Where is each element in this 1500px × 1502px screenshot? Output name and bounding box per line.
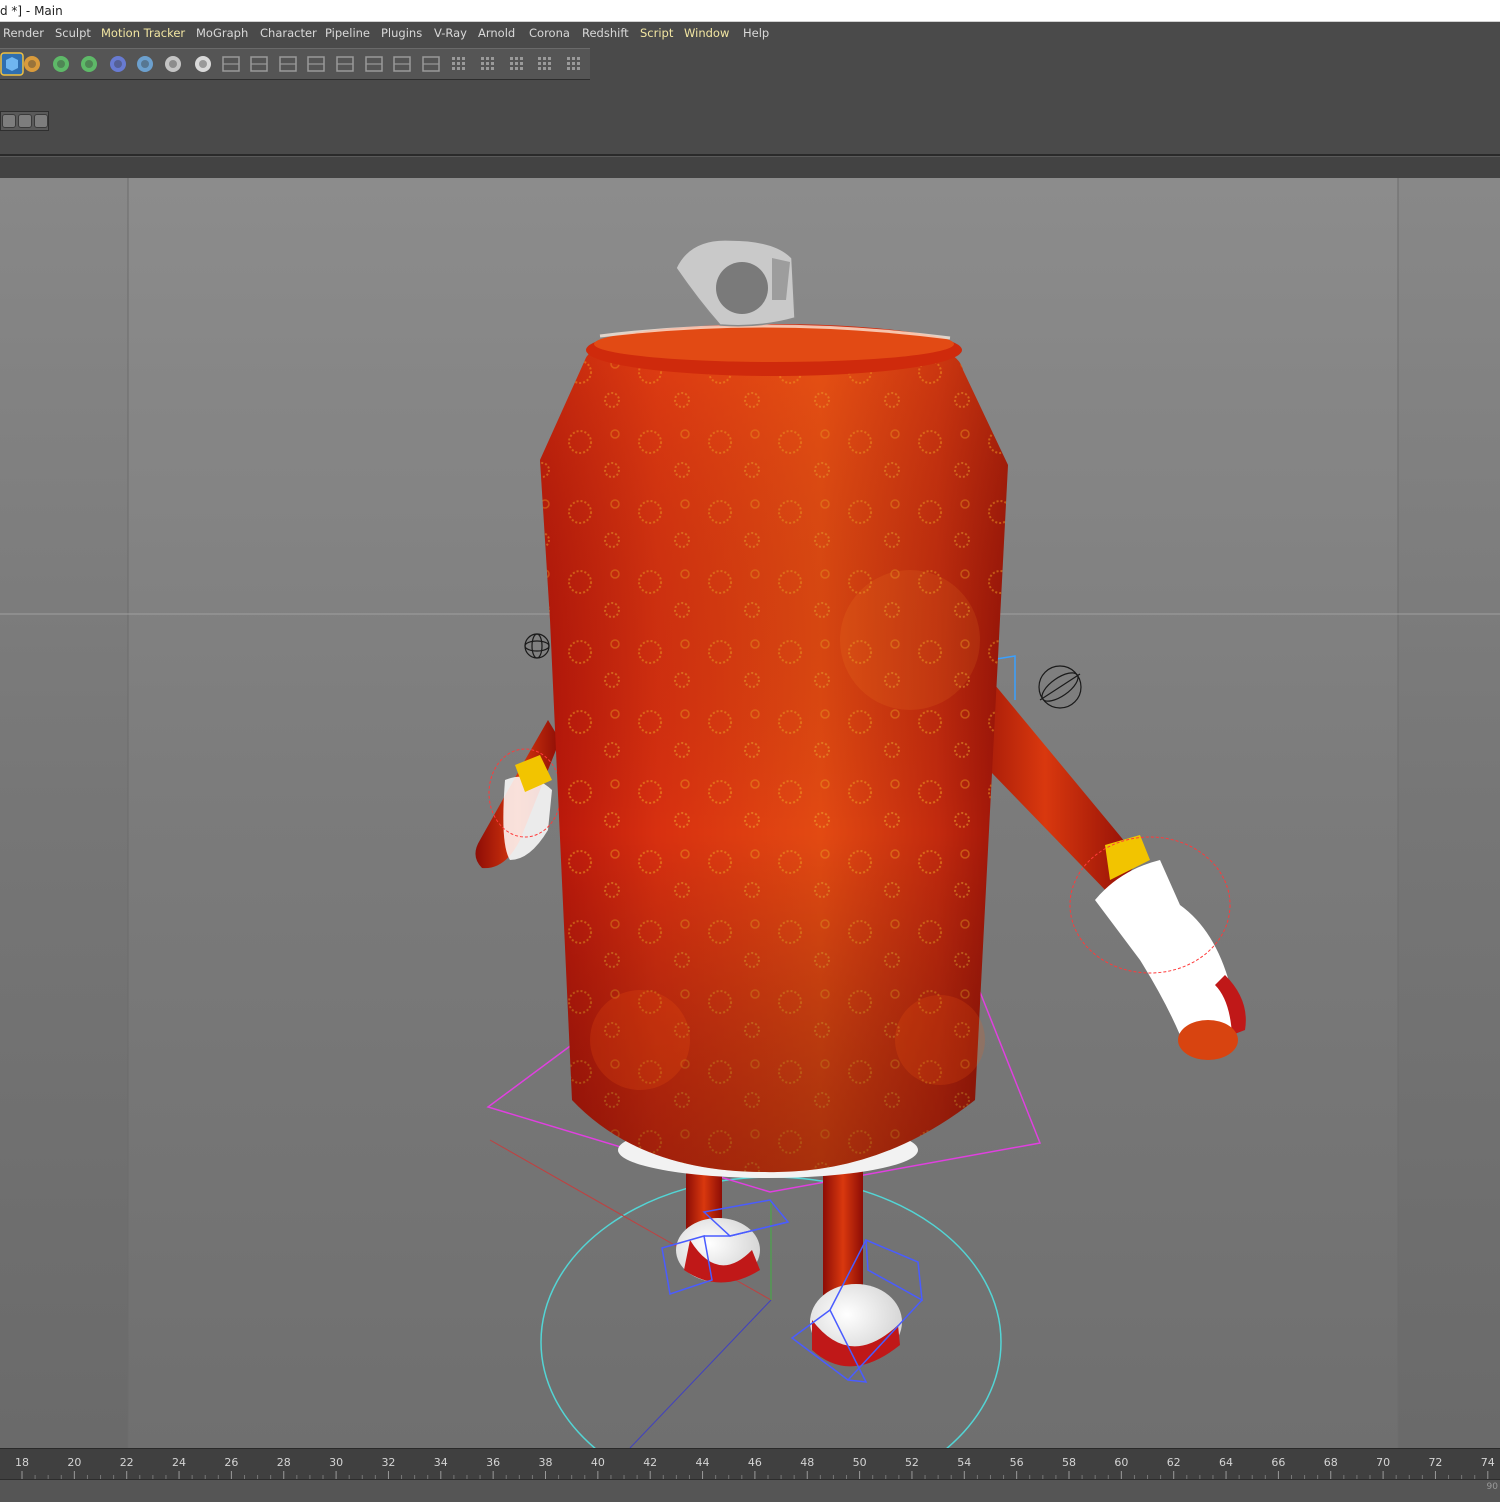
viewport-3d[interactable]	[0, 178, 1500, 1448]
menu-plugins[interactable]: Plugins	[381, 22, 422, 45]
uv-mode-icon[interactable]	[34, 114, 48, 128]
menu-script[interactable]: Script	[640, 22, 673, 45]
floor-environment-icon[interactable]	[133, 52, 157, 76]
viewport-header	[0, 157, 1500, 179]
menu-corona[interactable]: Corona	[529, 22, 570, 45]
title-bar: d *] - Main	[0, 0, 1500, 22]
axis-workplane-icon[interactable]	[476, 52, 500, 76]
points-mode-icon[interactable]	[505, 52, 529, 76]
menu-arnold[interactable]: Arnold	[478, 22, 515, 45]
edges-mode-icon[interactable]	[533, 52, 557, 76]
timeline-tick-label: 20	[67, 1456, 82, 1469]
viewport-scene[interactable]	[0, 178, 1500, 1448]
end-frame-label: 90	[1486, 1482, 1498, 1492]
timeline-tick-label: 58	[1062, 1456, 1076, 1469]
timeline-tick-label: 34	[433, 1456, 448, 1469]
menu-render[interactable]: Render	[3, 22, 44, 45]
deformer-icon[interactable]	[106, 52, 130, 76]
timeline-tick-label: 70	[1376, 1456, 1391, 1469]
timeline-tick-label: 46	[747, 1456, 762, 1469]
timeline-tick-label: 32	[381, 1456, 396, 1469]
menu-help[interactable]: Help	[743, 22, 769, 45]
mirror-tool-icon[interactable]	[247, 52, 271, 76]
timeline-tick-label: 26	[224, 1456, 239, 1469]
cloner-icon[interactable]	[77, 52, 101, 76]
timeline-tick-label: 38	[538, 1456, 553, 1469]
menu-v-ray[interactable]: V-Ray	[434, 22, 467, 45]
timeline-tick-label: 18	[15, 1456, 29, 1469]
timeline-tick-label: 64	[1219, 1456, 1234, 1469]
menu-character[interactable]: Character	[260, 22, 317, 45]
extrude-tool-icon[interactable]	[390, 52, 414, 76]
timeline-tick-label: 68	[1323, 1456, 1338, 1469]
timeline-tick-label: 48	[800, 1456, 815, 1469]
menu-window[interactable]: Window	[684, 22, 729, 45]
timeline-tick-label: 60	[1114, 1456, 1129, 1469]
menu-pipeline[interactable]: Pipeline	[325, 22, 370, 45]
light-icon[interactable]	[191, 52, 215, 76]
texture-mode-icon[interactable]	[18, 114, 32, 128]
camera-icon[interactable]	[161, 52, 185, 76]
pen-spline-icon[interactable]	[20, 52, 44, 76]
timeline-tick-label: 40	[590, 1456, 605, 1469]
snap-grid-icon[interactable]	[447, 52, 471, 76]
timeline-tick-label: 22	[119, 1456, 134, 1469]
toolbar	[0, 45, 1500, 157]
polygons-mode-icon[interactable]	[562, 52, 586, 76]
timeline-tick-label: 42	[643, 1456, 658, 1469]
menu-redshift[interactable]: Redshift	[582, 22, 629, 45]
bevel-tool-icon[interactable]	[304, 52, 328, 76]
subdivision-generator-icon[interactable]	[49, 52, 73, 76]
timeline-tick-label: 66	[1271, 1456, 1286, 1469]
timeline-tick-label: 62	[1166, 1456, 1181, 1469]
tool-strip	[0, 48, 590, 80]
inner-extrude-icon[interactable]	[419, 52, 443, 76]
timeline-tick-label: 44	[695, 1456, 710, 1469]
window-title: d *] - Main	[0, 4, 63, 18]
menu-sculpt[interactable]: Sculpt	[55, 22, 91, 45]
timeline-tick-label: 30	[329, 1456, 344, 1469]
mode-strip	[0, 111, 49, 131]
polygon-tool-icon[interactable]	[276, 52, 300, 76]
knife-tool-icon[interactable]	[333, 52, 357, 76]
timeline-tick-label: 56	[1009, 1456, 1024, 1469]
timeline-tick-label: 36	[486, 1456, 501, 1469]
timeline-tick-label: 52	[904, 1456, 919, 1469]
timeline-tick-label: 74	[1480, 1456, 1495, 1469]
bridge-tool-icon[interactable]	[362, 52, 386, 76]
model-mode-icon[interactable]	[2, 114, 16, 128]
timeline-tick-label: 50	[852, 1456, 867, 1469]
menu-motion-tracker[interactable]: Motion Tracker	[101, 22, 185, 45]
timeline-track[interactable]: 90	[0, 1479, 1500, 1502]
menu-bar: Render Sculpt Motion Tracker MoGraph Charact…	[0, 22, 1500, 45]
align-tool-icon[interactable]	[219, 52, 243, 76]
timeline[interactable]: 90 18 20 22 24 26 28 30 32 34 36 38 40 42 44 46 48 50 52 5…	[0, 1448, 1500, 1502]
timeline-tick-label: 54	[957, 1456, 972, 1469]
menu-mograph[interactable]: MoGraph	[196, 22, 248, 45]
timeline-tick-label: 28	[276, 1456, 291, 1469]
timeline-tick-label: 72	[1428, 1456, 1443, 1469]
timeline-tick-label: 24	[172, 1456, 187, 1469]
